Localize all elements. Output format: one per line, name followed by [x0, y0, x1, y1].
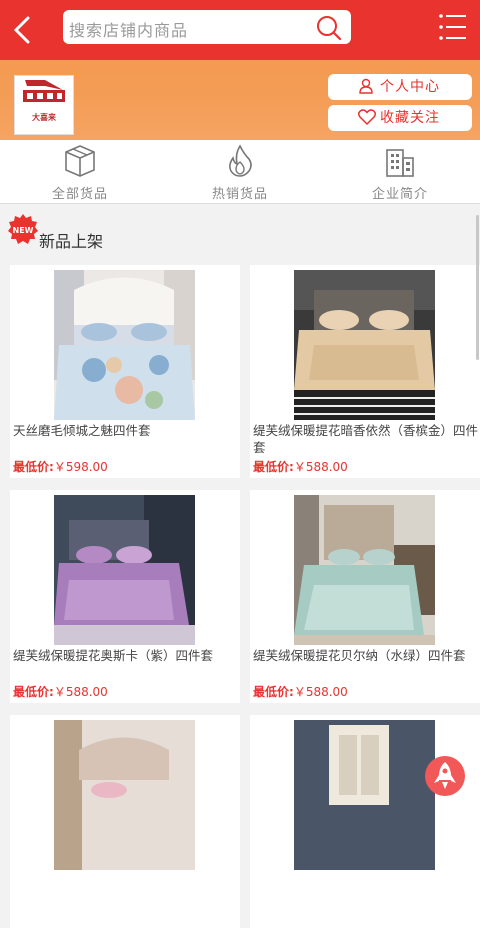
price-label: 最低价: [253, 685, 294, 699]
product-card[interactable]: 缇芙绒保暖提花暗香依然（香槟金）四件套 最低价:￥588.00 [250, 265, 480, 478]
product-card[interactable] [250, 715, 480, 928]
scrollbar[interactable] [476, 215, 479, 360]
search-box[interactable]: 搜索店铺内商品 [63, 10, 351, 44]
price-value: ￥598.00 [53, 460, 108, 474]
product-name[interactable]: 缇芙绒保暖提花贝尔纳（水绿）四件套 [253, 647, 479, 664]
price-label: 最低价: [253, 460, 294, 474]
nav-company-intro-label: 企业简介 [371, 187, 428, 202]
product-name[interactable]: 缇芙绒保暖提花奥斯卡（紫）四件套 [13, 647, 239, 664]
product-name[interactable]: 天丝磨毛倾城之魅四件套 [13, 422, 239, 439]
price-label: 最低价: [13, 685, 54, 699]
nav-hot-products-label: 热销货品 [211, 187, 268, 202]
nav-hot-products[interactable]: 热销货品 [160, 140, 320, 204]
logo-mark-icon [23, 80, 65, 102]
price-value: ￥588.00 [293, 460, 348, 474]
back-to-top-button[interactable] [425, 756, 465, 796]
box-icon [65, 145, 95, 177]
price-label: 最低价: [13, 460, 54, 474]
product-card[interactable]: 天丝磨毛倾城之魅四件套 最低价:￥598.00 [10, 265, 240, 478]
new-badge-text: NEW [13, 226, 34, 235]
nav-all-products-label: 全部货品 [51, 187, 108, 202]
nav-company-intro[interactable]: 企业简介 [320, 140, 480, 204]
flame-icon [229, 144, 252, 177]
product-image[interactable] [294, 495, 435, 645]
follow-store-button[interactable]: 收藏关注 [328, 105, 472, 131]
user-icon [359, 78, 373, 94]
price-value: ￥588.00 [293, 685, 348, 699]
store-banner: 大喜来 个人中心 收藏关注 [0, 60, 480, 140]
product-price: 最低价:￥588.00 [253, 683, 348, 700]
store-logo[interactable]: 大喜来 [14, 75, 74, 135]
product-name[interactable]: 缇芙绒保暖提花暗香依然（香槟金）四件套 [253, 422, 479, 456]
product-image[interactable] [294, 270, 435, 420]
product-image[interactable] [54, 270, 195, 420]
new-arrivals-header: NEW 新品上架 [0, 204, 480, 260]
section-title: 新品上架 [39, 232, 104, 251]
top-bar: 搜索店铺内商品 [0, 0, 480, 60]
nav-all-products[interactable]: 全部货品 [0, 140, 160, 204]
product-image[interactable] [294, 720, 435, 870]
product-price: 最低价:￥598.00 [13, 458, 108, 475]
heart-icon [358, 109, 376, 125]
product-image[interactable] [54, 720, 195, 870]
building-icon [386, 149, 414, 177]
product-price: 最低价:￥588.00 [253, 458, 348, 475]
logo-text: 大喜来 [32, 113, 56, 122]
menu-icon[interactable] [438, 12, 468, 42]
new-badge-icon: NEW [8, 214, 38, 244]
search-icon[interactable] [315, 14, 343, 42]
price-value: ￥588.00 [53, 685, 108, 699]
back-arrow-icon[interactable] [8, 10, 38, 50]
product-card[interactable]: 缇芙绒保暖提花奥斯卡（紫）四件套 最低价:￥588.00 [10, 490, 240, 703]
product-card[interactable] [10, 715, 240, 928]
product-price: 最低价:￥588.00 [13, 683, 108, 700]
personal-center-button[interactable]: 个人中心 [328, 74, 472, 100]
search-input[interactable]: 搜索店铺内商品 [69, 17, 188, 41]
product-image[interactable] [54, 495, 195, 645]
product-card[interactable]: 缇芙绒保暖提花贝尔纳（水绿）四件套 最低价:￥588.00 [250, 490, 480, 703]
store-nav: 全部货品 热销货品 企业简介 [0, 140, 480, 204]
rocket-icon [434, 762, 456, 789]
